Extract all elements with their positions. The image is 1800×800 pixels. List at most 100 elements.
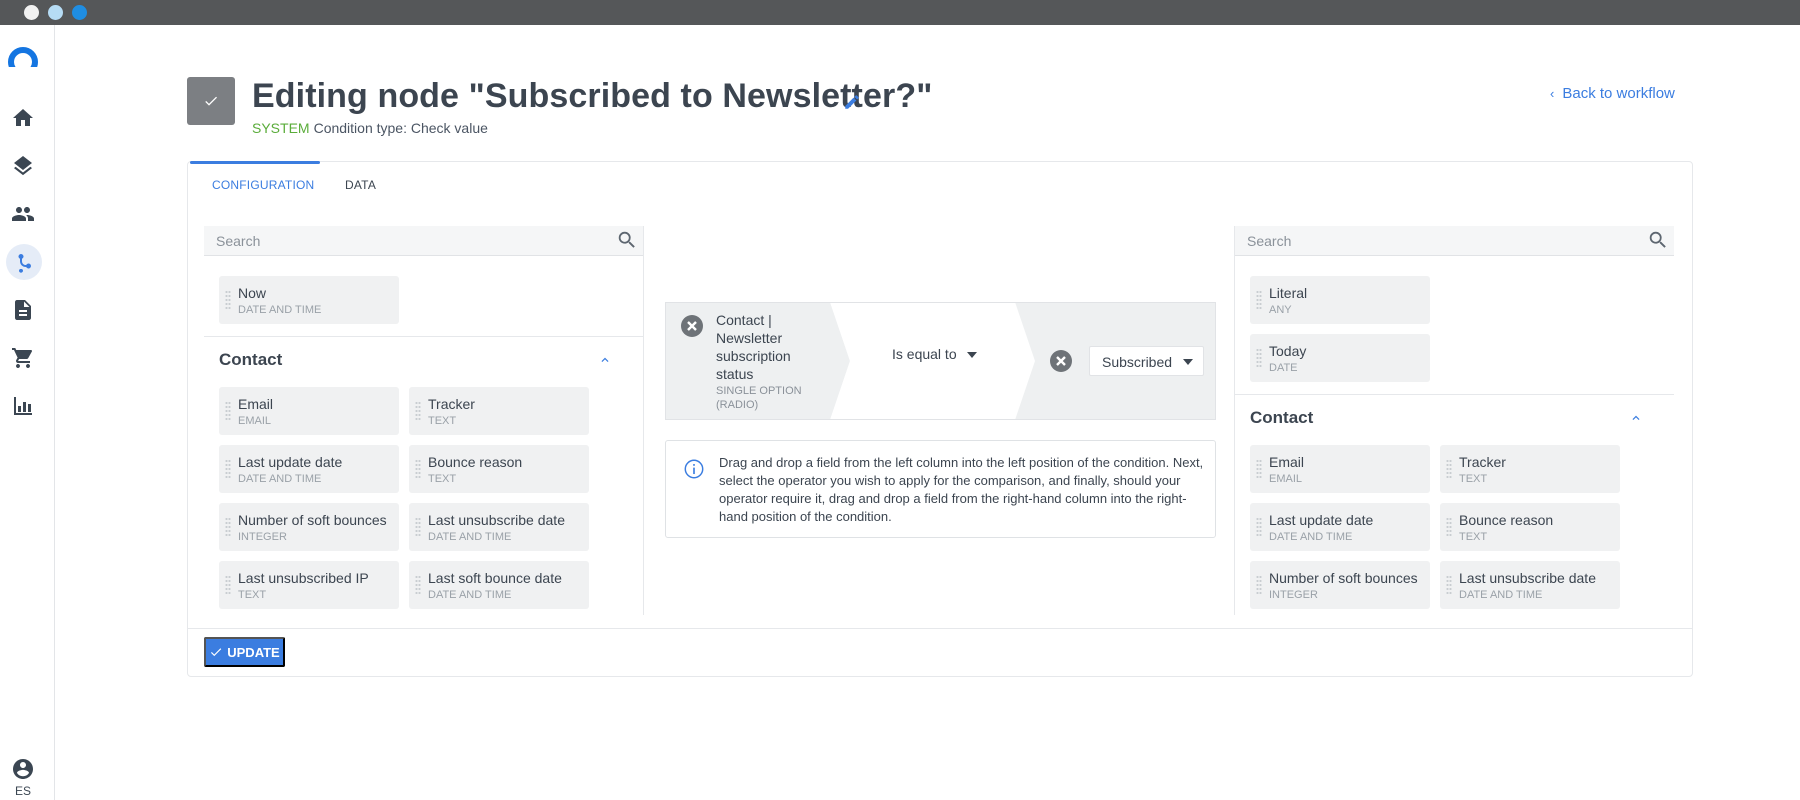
- field-chip-now[interactable]: Now DATE AND TIME: [219, 276, 399, 324]
- edit-title-button[interactable]: [843, 93, 861, 111]
- left-field-column: Now DATE AND TIME Contact Email EMAIL Tr…: [204, 226, 644, 615]
- field-chip-email[interactable]: Email EMAIL: [219, 387, 399, 435]
- sidebar-item-workflows[interactable]: [6, 244, 42, 280]
- field-chip-last-unsubscribed-ip[interactable]: Last unsubscribed IP TEXT: [219, 561, 399, 609]
- language-label: ES: [14, 784, 31, 798]
- drag-handle-icon[interactable]: [1256, 459, 1262, 479]
- back-link-label: Back to workflow: [1562, 85, 1675, 102]
- sidebar-item-contacts[interactable]: [10, 201, 36, 227]
- field-chip-email[interactable]: Email EMAIL: [1250, 445, 1430, 493]
- field-chip-today[interactable]: Today DATE: [1250, 334, 1430, 382]
- check-icon: [205, 96, 217, 106]
- close-icon: [1056, 356, 1066, 366]
- field-chip-last-soft-bounce-date[interactable]: Last soft bounce date DATE AND TIME: [409, 561, 589, 609]
- app-logo[interactable]: [6, 45, 40, 67]
- close-icon: [687, 321, 697, 331]
- drag-handle-icon[interactable]: [415, 401, 421, 421]
- field-chip-bounce-reason[interactable]: Bounce reason TEXT: [1440, 503, 1620, 551]
- sidebar-item-reports[interactable]: [10, 393, 36, 419]
- search-icon[interactable]: [1647, 229, 1669, 251]
- workflow-icon: [18, 253, 31, 273]
- chevron-up-icon[interactable]: [598, 353, 612, 367]
- field-chip-bounce-reason[interactable]: Bounce reason TEXT: [409, 445, 589, 493]
- right-value: Subscribed: [1102, 354, 1173, 370]
- instructions-box: Drag and drop a field from the left colu…: [665, 440, 1216, 538]
- home-icon: [13, 109, 33, 126]
- window-titlebar: [0, 0, 1800, 25]
- page-title: Editing node "Subscribed to Newsletter?": [252, 77, 933, 115]
- drag-handle-icon[interactable]: [1256, 575, 1262, 595]
- bar-chart-icon: [14, 397, 32, 415]
- editor-card: CONFIGURATION DATA Now DATE AND TIME Con…: [187, 161, 1693, 677]
- tab-data[interactable]: DATA: [345, 178, 376, 192]
- window-maximize-button[interactable]: [72, 5, 87, 20]
- drag-handle-icon[interactable]: [225, 517, 231, 537]
- left-operand-type: SINGLE OPTION (RADIO): [716, 385, 802, 411]
- field-chip-last-unsubscribe-date[interactable]: Last unsubscribe date DATE AND TIME: [409, 503, 589, 551]
- chevron-up-icon[interactable]: [1629, 411, 1643, 425]
- drag-handle-icon[interactable]: [225, 290, 231, 310]
- drag-handle-icon[interactable]: [1446, 517, 1452, 537]
- search-icon[interactable]: [616, 229, 638, 251]
- window-close-button[interactable]: [24, 5, 39, 20]
- sidebar-item-ecommerce[interactable]: [10, 345, 36, 371]
- back-to-workflow-link[interactable]: ‹ Back to workflow: [1550, 85, 1675, 102]
- info-icon: [683, 458, 705, 480]
- field-chip-last-unsubscribe-date[interactable]: Last unsubscribe date DATE AND TIME: [1440, 561, 1620, 609]
- account-icon: [13, 759, 33, 779]
- drag-handle-icon[interactable]: [1446, 575, 1452, 595]
- field-chip-tracker[interactable]: Tracker TEXT: [409, 387, 589, 435]
- caret-down-icon: [966, 352, 977, 359]
- right-value-select[interactable]: Subscribed: [1089, 346, 1204, 376]
- pencil-icon: [845, 95, 859, 109]
- left-operand-name: Contact | Newsletter subscription status: [716, 312, 791, 382]
- update-button-label: UPDATE: [227, 644, 280, 660]
- right-search: [1235, 226, 1674, 256]
- left-operand[interactable]: Contact | Newsletter subscription status…: [716, 311, 826, 412]
- left-search-input[interactable]: [204, 226, 604, 256]
- active-tab-indicator: [190, 161, 320, 164]
- drag-handle-icon[interactable]: [1256, 290, 1262, 310]
- field-chip-number-of-soft-bounces[interactable]: Number of soft bounces INTEGER: [219, 503, 399, 551]
- update-button[interactable]: UPDATE: [204, 637, 285, 667]
- right-field-column: Literal ANY Today DATE Contact Email EMA…: [1234, 226, 1674, 615]
- document-icon: [15, 300, 31, 320]
- layers-icon: [14, 156, 32, 176]
- instructions-text: Drag and drop a field from the left colu…: [719, 455, 1204, 524]
- user-menu[interactable]: ES: [10, 757, 36, 798]
- sidebar-item-home[interactable]: [10, 105, 36, 131]
- operator-select[interactable]: Is equal to: [892, 346, 977, 362]
- drag-handle-icon[interactable]: [415, 575, 421, 595]
- group-title-contact: Contact: [219, 350, 283, 369]
- drag-handle-icon[interactable]: [225, 575, 231, 595]
- sidebar-item-documents[interactable]: [10, 297, 36, 323]
- caret-down-icon: [1183, 359, 1193, 365]
- clear-left-operand-button[interactable]: [681, 315, 703, 337]
- right-search-input[interactable]: [1235, 226, 1635, 256]
- drag-handle-icon[interactable]: [1256, 348, 1262, 368]
- drag-handle-icon[interactable]: [415, 517, 421, 537]
- chevron-left-icon: ‹: [1550, 86, 1555, 101]
- drag-handle-icon[interactable]: [225, 459, 231, 479]
- cart-icon: [12, 348, 33, 368]
- group-title-contact: Contact: [1250, 408, 1314, 427]
- sidebar-item-layers[interactable]: [10, 153, 36, 179]
- check-icon: [211, 648, 222, 657]
- field-chip-tracker[interactable]: Tracker TEXT: [1440, 445, 1620, 493]
- left-search: [204, 226, 643, 256]
- field-chip-last-update-date[interactable]: Last update date DATE AND TIME: [219, 445, 399, 493]
- drag-handle-icon[interactable]: [1446, 459, 1452, 479]
- tab-configuration[interactable]: CONFIGURATION: [212, 178, 314, 192]
- footer-divider: [188, 628, 1692, 629]
- field-chip-last-update-date[interactable]: Last update date DATE AND TIME: [1250, 503, 1430, 551]
- field-chip-literal[interactable]: Literal ANY: [1250, 276, 1430, 324]
- clear-right-operand-button[interactable]: [1050, 350, 1072, 372]
- condition-type-label: Condition type: Check value: [313, 120, 488, 136]
- drag-handle-icon[interactable]: [1256, 517, 1262, 537]
- field-chip-number-of-soft-bounces[interactable]: Number of soft bounces INTEGER: [1250, 561, 1430, 609]
- window-minimize-button[interactable]: [48, 5, 63, 20]
- operator-value: Is equal to: [892, 346, 957, 362]
- drag-handle-icon[interactable]: [225, 401, 231, 421]
- people-icon: [12, 207, 34, 221]
- drag-handle-icon[interactable]: [415, 459, 421, 479]
